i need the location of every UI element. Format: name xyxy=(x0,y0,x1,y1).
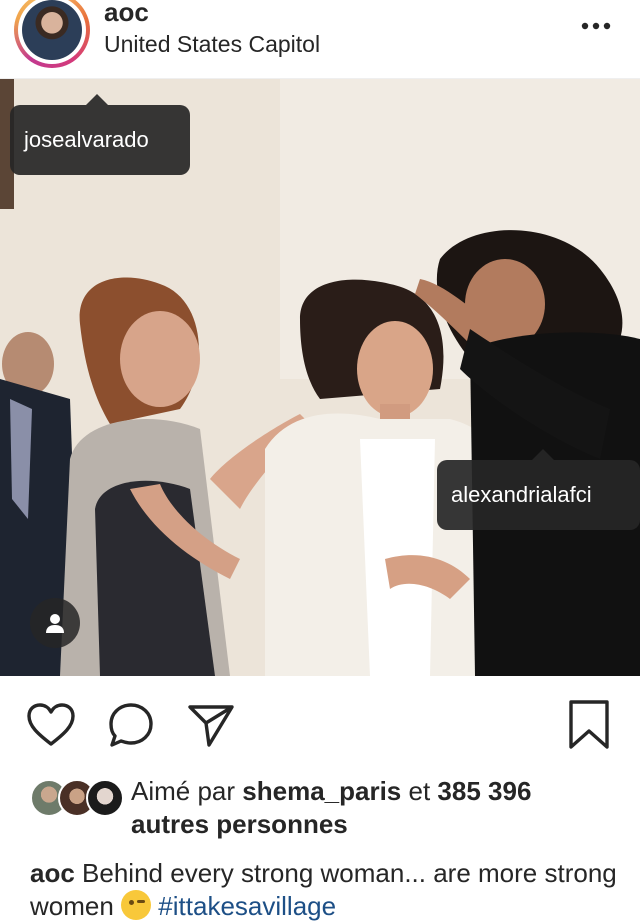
bookmark-icon[interactable] xyxy=(562,698,616,752)
post-action-bar xyxy=(0,676,640,766)
profile-avatar[interactable] xyxy=(14,0,90,68)
likes-suffix[interactable]: autres personnes xyxy=(131,809,348,839)
likes-connector: et xyxy=(408,776,431,806)
paper-plane-icon[interactable] xyxy=(184,698,238,752)
user-tag-josealvarado[interactable]: josealvarado xyxy=(10,94,190,175)
tag-pointer xyxy=(86,94,108,105)
avatar-photo xyxy=(22,0,82,60)
likes-summary[interactable]: Aimé par shema_paris et 385 396 autres p… xyxy=(0,772,640,842)
likes-count[interactable]: 385 396 xyxy=(437,776,531,806)
user-tag-alexandrialafci[interactable]: alexandrialafci xyxy=(437,449,640,530)
winking-face-icon xyxy=(121,890,152,920)
heart-icon[interactable] xyxy=(24,698,78,752)
avatar-border xyxy=(18,0,86,64)
caption-hashtag[interactable]: #ittakesavillage xyxy=(158,891,336,921)
tag-username: alexandrialafci xyxy=(451,482,592,507)
post-header: aoc United States Capitol xyxy=(0,0,640,79)
tag-username: josealvarado xyxy=(24,127,149,152)
caption-username[interactable]: aoc xyxy=(30,858,75,888)
tag-pointer xyxy=(532,449,554,460)
comment-bubble-icon[interactable] xyxy=(104,698,158,752)
post-username[interactable]: aoc xyxy=(104,0,149,28)
person-icon[interactable] xyxy=(30,598,80,648)
avatar xyxy=(86,779,124,817)
likes-text: Aimé par shema_paris et 385 396 autres p… xyxy=(131,775,611,841)
post-caption: aoc Behind every strong woman... are mor… xyxy=(30,857,620,923)
liker-username[interactable]: shema_paris xyxy=(242,776,401,806)
more-options-icon[interactable] xyxy=(574,12,618,40)
likes-prefix: Aimé par xyxy=(131,776,236,806)
liker-avatars xyxy=(30,779,124,817)
post-location[interactable]: United States Capitol xyxy=(104,31,320,58)
